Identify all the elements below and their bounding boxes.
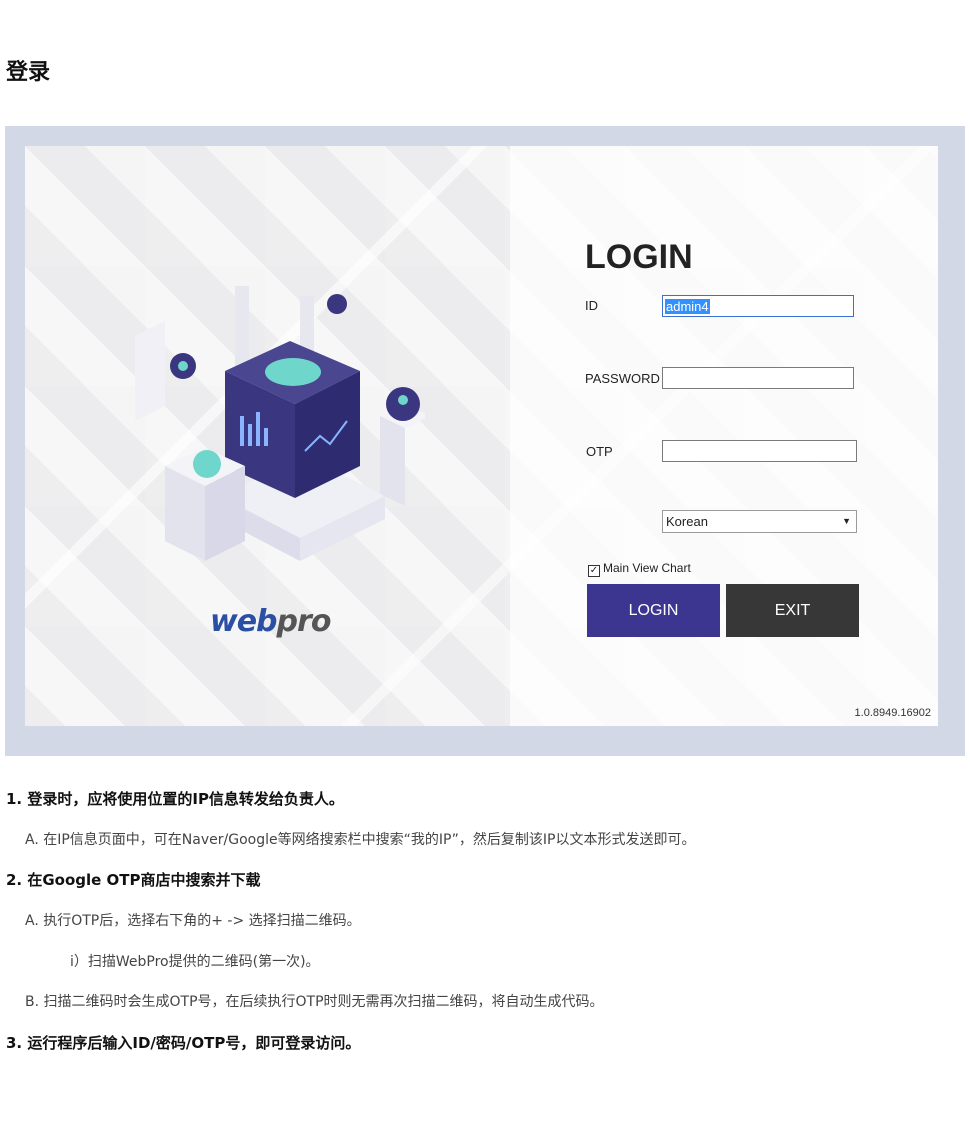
instruction-step-3: 3. 运行程序后输入ID/密码/OTP号，即可登录访问。 bbox=[6, 1034, 361, 1052]
password-input[interactable] bbox=[662, 367, 854, 389]
otp-label: OTP bbox=[586, 444, 613, 459]
main-view-chart-label: Main View Chart bbox=[603, 561, 691, 575]
main-view-chart-checkbox[interactable]: ✓ Main View Chart bbox=[588, 561, 691, 577]
id-input-value: admin4 bbox=[665, 299, 710, 314]
instruction-step-2: 2. 在Google OTP商店中搜索并下载 bbox=[6, 871, 261, 889]
id-label: ID bbox=[585, 298, 598, 313]
login-heading: LOGIN bbox=[585, 238, 693, 276]
page-title: 登录 bbox=[6, 60, 51, 85]
otp-input[interactable] bbox=[662, 440, 857, 462]
id-input[interactable]: admin4 bbox=[662, 295, 854, 317]
instruction-step-1a: A. 在IP信息页面中，可在Naver/Google等网络搜索栏中搜索“我的IP… bbox=[25, 832, 696, 848]
exit-button[interactable]: EXIT bbox=[726, 584, 859, 637]
instruction-step-2b: B. 扫描二维码时会生成OTP号，在后续执行OTP时则无需再次扫描二维码，将自动… bbox=[25, 994, 604, 1010]
language-select[interactable]: Korean ▼ bbox=[662, 510, 857, 533]
login-window: webpro LOGIN ID admin4 PASSWORD OTP Kore… bbox=[25, 146, 938, 726]
chevron-down-icon: ▼ bbox=[842, 516, 851, 526]
server-cube-illustration bbox=[135, 286, 425, 561]
password-label: PASSWORD bbox=[585, 371, 660, 386]
language-select-value: Korean bbox=[666, 514, 708, 529]
version-label: 1.0.8949.16902 bbox=[854, 707, 931, 719]
login-button[interactable]: LOGIN bbox=[587, 584, 720, 637]
instruction-step-2a: A. 执行OTP后，选择右下角的+ -> 选择扫描二维码。 bbox=[25, 913, 361, 929]
instruction-step-2a-i: ⅰ）扫描WebPro提供的二维码(第一次)。 bbox=[70, 954, 320, 970]
webpro-logo: webpro bbox=[210, 604, 331, 639]
login-screenshot-frame: webpro LOGIN ID admin4 PASSWORD OTP Kore… bbox=[5, 126, 965, 756]
checkbox-checked-icon: ✓ bbox=[588, 565, 600, 577]
instruction-step-1: 1. 登录时，应将使用位置的IP信息转发给负责人。 bbox=[6, 790, 344, 808]
